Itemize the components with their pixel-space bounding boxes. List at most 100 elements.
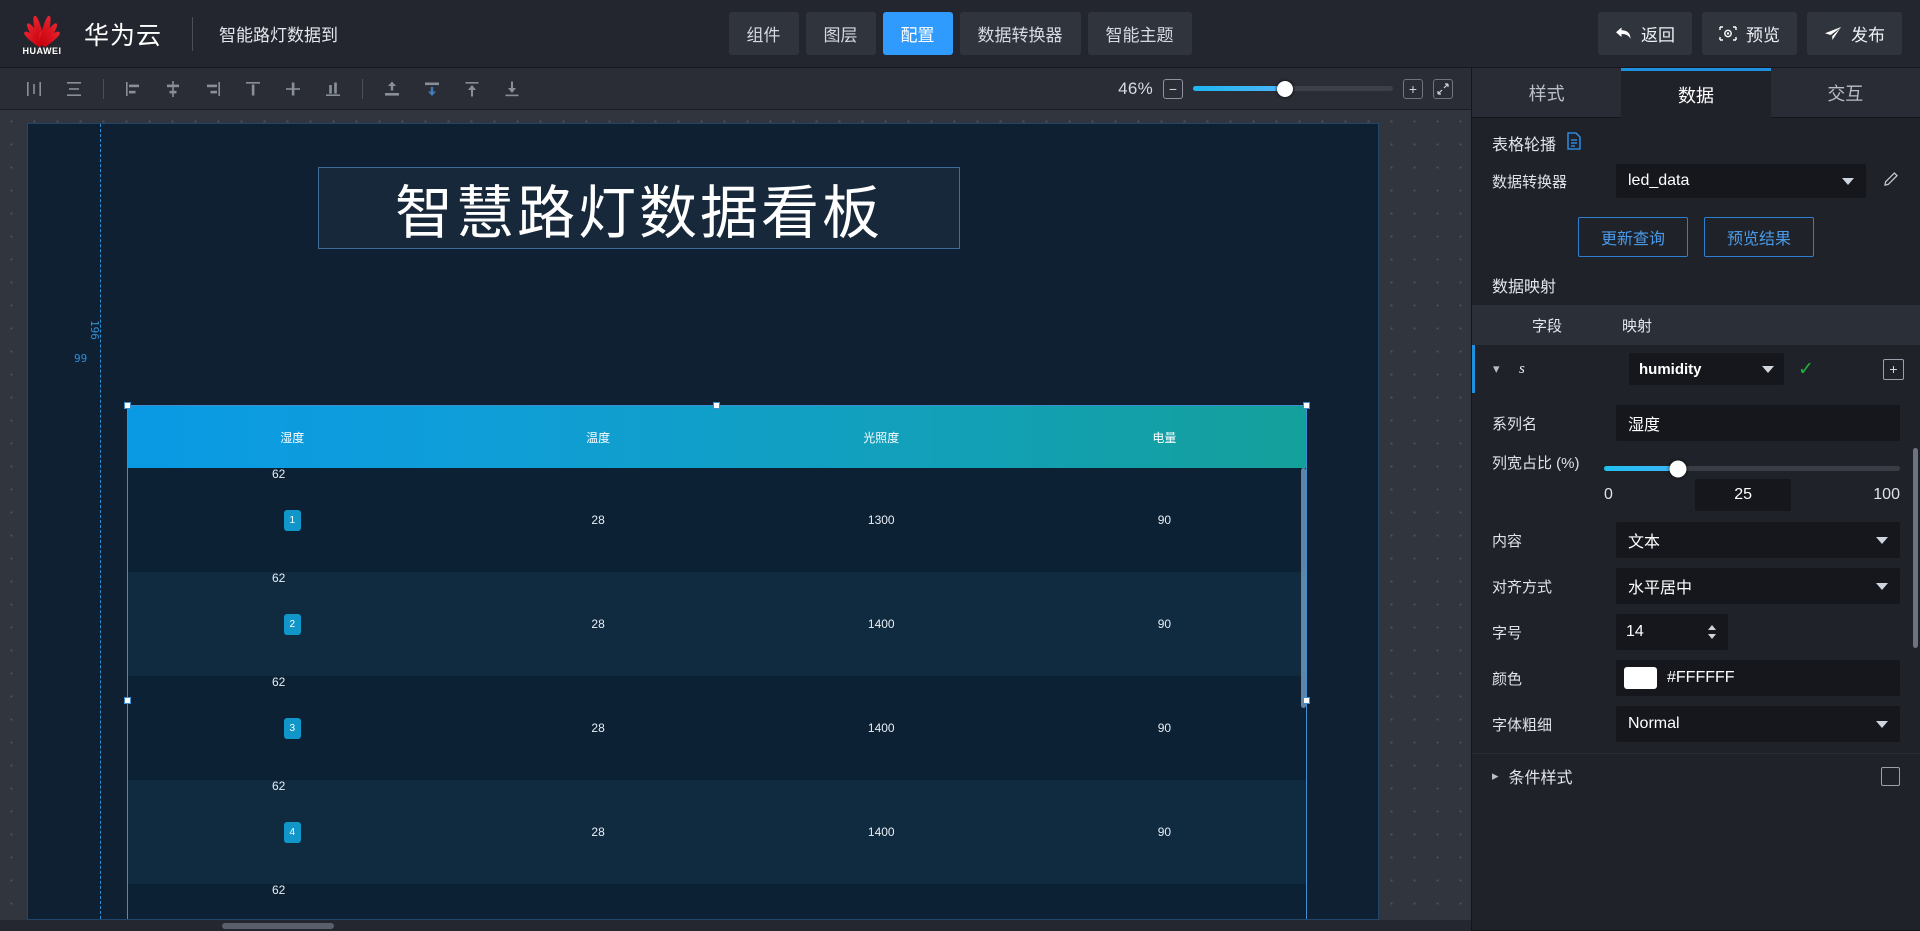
plus-icon[interactable]: + — [1883, 358, 1904, 380]
content-select[interactable]: 文本 — [1616, 522, 1900, 558]
align-row: 对齐方式 水平居中 — [1472, 563, 1920, 609]
stepper-arrows-icon[interactable] — [1706, 624, 1718, 640]
align-right-icon[interactable] — [193, 74, 233, 104]
zoom-out-button[interactable]: − — [1163, 78, 1183, 99]
back-button-label: 返回 — [1641, 26, 1675, 45]
table-cell: 90 — [1157, 721, 1172, 735]
color-swatch[interactable] — [1624, 667, 1657, 689]
column-width-slider-knob[interactable] — [1669, 460, 1687, 477]
fit-screen-icon[interactable] — [1433, 78, 1453, 99]
send-plane-icon — [1824, 26, 1842, 41]
table-scrollbar[interactable] — [1301, 468, 1306, 708]
resize-handle-ml[interactable] — [124, 696, 131, 704]
resize-handle-tl[interactable] — [124, 402, 131, 409]
resize-handle-tc[interactable] — [713, 402, 720, 409]
chevron-down-icon — [1876, 582, 1888, 590]
table-cell: 90 — [1157, 617, 1172, 631]
preview-button[interactable]: 预览 — [1702, 12, 1797, 55]
fontsize-stepper[interactable]: 14 — [1616, 614, 1728, 650]
right-panel-tabs: 样式 数据 交互 — [1472, 68, 1920, 118]
dashboard-title-text: 智慧路灯数据看板 — [394, 179, 883, 247]
table-body: 1 28 1300 90 2 28 1400 90 3 28 1400 90 4… — [128, 468, 1306, 919]
mapping-header-field: 字段 — [1531, 317, 1562, 335]
mapping-table-header: 字段 映射 — [1472, 305, 1920, 345]
check-icon[interactable]: ✓ — [1798, 358, 1814, 381]
preview-result-button[interactable]: 预览结果 — [1704, 217, 1815, 257]
project-title: 智能路灯数据到 — [219, 26, 339, 45]
align-top-icon[interactable] — [233, 74, 273, 104]
brand-name: 华为云 — [84, 21, 163, 50]
main-area: 46% − + 智慧路灯数据看板 196 99 湿度 温度 光照度 电量 1 2… — [0, 68, 1920, 931]
zoom-in-button[interactable]: + — [1403, 78, 1423, 99]
toolbar-divider-2 — [362, 78, 363, 99]
column-width-label: 列宽占比 (%) — [1492, 455, 1580, 472]
align-select[interactable]: 水平居中 — [1616, 568, 1900, 604]
scrollbar-thumb[interactable] — [222, 923, 334, 929]
mapping-header-mapping: 映射 — [1622, 317, 1653, 335]
align-middle-icon[interactable] — [273, 74, 313, 104]
tab-style[interactable]: 样式 — [1472, 68, 1622, 118]
content-row: 内容 文本 — [1472, 517, 1920, 563]
bring-to-front-icon[interactable] — [372, 74, 412, 104]
color-picker[interactable]: #FFFFFF — [1616, 660, 1900, 696]
fontsize-label: 字号 — [1492, 624, 1523, 642]
huawei-logo-icon: HUAWEI — [14, 9, 70, 59]
tab-components[interactable]: 组件 — [728, 12, 799, 55]
move-up-icon[interactable] — [452, 74, 492, 104]
conditional-style-row[interactable]: ▸ 条件样式 — [1472, 753, 1920, 798]
dashboard-title-widget[interactable]: 智慧路灯数据看板 — [318, 167, 960, 249]
back-button[interactable]: 返回 — [1598, 12, 1692, 55]
chevron-down-icon[interactable]: ▾ — [1493, 361, 1519, 377]
column-width-input[interactable] — [1695, 479, 1792, 511]
tab-interaction[interactable]: 交互 — [1770, 68, 1920, 118]
table-header-cell: 湿度 — [280, 430, 305, 445]
chevron-right-icon[interactable]: ▸ — [1492, 768, 1499, 784]
distribute-horizontal-icon[interactable] — [153, 74, 193, 104]
move-down-icon[interactable] — [492, 74, 532, 104]
dashboard-stage[interactable]: 智慧路灯数据看板 196 99 湿度 温度 光照度 电量 1 28 1300 9… — [27, 123, 1379, 920]
align-horizontal-center-icon[interactable] — [54, 74, 94, 104]
right-panel-body: 表格轮播 数据转换器 led_data 更新查询 预览结果 数据映射 字段 映射… — [1472, 118, 1920, 931]
converter-select[interactable]: led_data — [1616, 164, 1866, 198]
tab-config[interactable]: 配置 — [882, 12, 953, 55]
converter-label: 数据转换器 — [1492, 173, 1568, 191]
canvas-horizontal-scrollbar[interactable] — [0, 920, 1471, 931]
table-cell: 1400 — [867, 617, 895, 631]
guide-label-vertical: 196 — [88, 320, 101, 340]
mapping-value-select[interactable]: humidity — [1629, 353, 1784, 385]
table-header-cell: 光照度 — [863, 430, 900, 445]
zoom-slider-knob[interactable] — [1277, 80, 1293, 97]
font-weight-select[interactable]: Normal — [1616, 706, 1900, 742]
table-widget[interactable]: 湿度 温度 光照度 电量 1 28 1300 90 2 28 1400 90 3… — [124, 402, 1310, 919]
resize-handle-tr[interactable] — [1303, 402, 1310, 409]
publish-button[interactable]: 发布 — [1807, 12, 1902, 55]
align-vertical-center-icon[interactable] — [14, 74, 54, 104]
align-bottom-icon[interactable] — [313, 74, 353, 104]
right-panel-scrollbar[interactable] — [1913, 448, 1918, 648]
zoom-slider[interactable] — [1193, 80, 1393, 97]
series-name-input[interactable] — [1616, 405, 1900, 441]
row-index-badge: 1 — [283, 509, 301, 531]
table-cell: 28 — [591, 825, 605, 839]
content-value: 文本 — [1628, 534, 1661, 551]
send-to-back-icon[interactable] — [412, 74, 452, 104]
conditional-style-checkbox[interactable] — [1881, 766, 1900, 786]
tab-data-converter[interactable]: 数据转换器 — [959, 12, 1081, 55]
pencil-icon[interactable] — [1878, 170, 1900, 193]
resize-handle-mr[interactable] — [1303, 696, 1310, 704]
column-width-slider[interactable] — [1604, 460, 1900, 477]
refresh-query-button[interactable]: 更新查询 — [1577, 217, 1688, 257]
align-left-icon[interactable] — [113, 74, 153, 104]
canvas[interactable]: 智慧路灯数据看板 196 99 湿度 温度 光照度 电量 1 28 1300 9… — [0, 110, 1471, 931]
table-row: 1 28 1300 90 — [128, 468, 1306, 572]
divider — [192, 16, 194, 51]
top-actions: 返回 预览 发布 — [1598, 12, 1920, 55]
table-cell: 28 — [591, 617, 605, 631]
tab-data[interactable]: 数据 — [1621, 68, 1771, 118]
tab-smart-theme[interactable]: 智能主题 — [1087, 12, 1192, 55]
tab-layers[interactable]: 图层 — [805, 12, 876, 55]
document-icon[interactable] — [1566, 131, 1582, 155]
fontsize-row: 字号 14 — [1472, 609, 1920, 655]
editor-area: 46% − + 智慧路灯数据看板 196 99 湿度 温度 光照度 电量 1 2… — [0, 68, 1471, 931]
table-cell: 28 — [591, 513, 605, 527]
